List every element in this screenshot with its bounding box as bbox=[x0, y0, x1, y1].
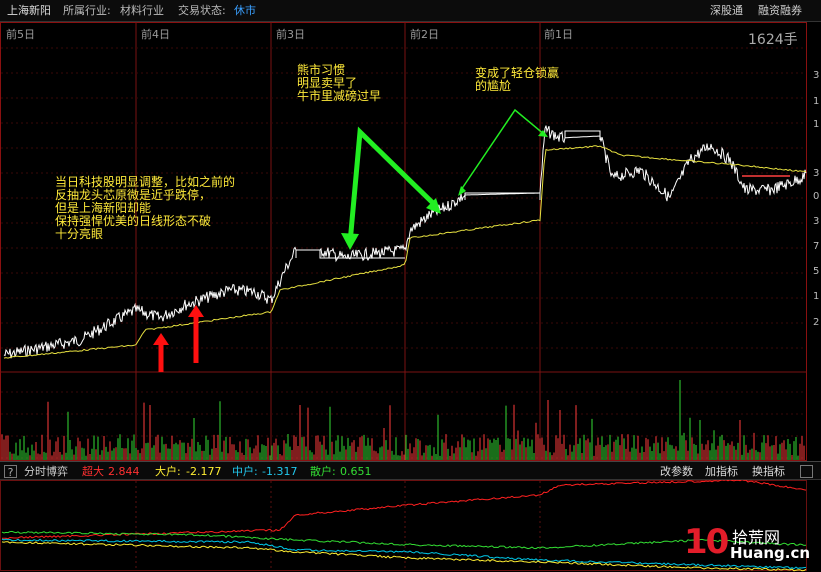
mid-label: 中户: bbox=[232, 465, 258, 478]
logo-number: 10 bbox=[684, 522, 729, 562]
annotation-line: 的尴尬 bbox=[475, 79, 512, 93]
help-icon[interactable]: ? bbox=[4, 465, 17, 479]
day-label-3: 前3日 bbox=[276, 28, 305, 41]
limit-box bbox=[564, 130, 601, 140]
big-value: -2.177 bbox=[186, 465, 222, 478]
annotation-right: 变成了轻仓锁赢 的尴尬 bbox=[475, 67, 559, 93]
annotation-arrows bbox=[153, 108, 548, 372]
annotation-middle: 熊市习惯 明显卖早了 牛市里减磅过早 bbox=[297, 64, 381, 103]
axis-tick: 1 bbox=[813, 119, 820, 130]
day-label-2: 前4日 bbox=[141, 28, 170, 41]
indicator-name[interactable]: 分时博弈 bbox=[24, 465, 68, 478]
day-label-5: 前1日 bbox=[544, 28, 573, 41]
mid-value: -1.317 bbox=[262, 465, 298, 478]
axis-tick: 3 bbox=[813, 168, 820, 179]
settings-icon[interactable] bbox=[800, 465, 813, 478]
small-label: 散户: bbox=[310, 465, 336, 478]
axis-tick: 5 bbox=[813, 266, 820, 277]
intraday-chart[interactable] bbox=[0, 0, 821, 572]
small-value: 0.651 bbox=[340, 465, 372, 478]
red-arrow-head bbox=[153, 333, 169, 345]
chart-frame bbox=[0, 22, 807, 461]
axis-tick: 7 bbox=[813, 241, 820, 252]
super-label: 超大 bbox=[82, 465, 104, 478]
logo-en-text: Huang.cn bbox=[730, 544, 811, 562]
axis-tick: 2 bbox=[813, 317, 820, 328]
axis-tick: 0 bbox=[813, 191, 820, 202]
axis-tick: 1 bbox=[813, 291, 820, 302]
axis-tick: 3 bbox=[813, 70, 820, 81]
green-arrow-line bbox=[347, 126, 439, 244]
edit-params-button[interactable]: 改参数 bbox=[660, 465, 693, 478]
annotation-boxes bbox=[295, 130, 601, 259]
add-indicator-button[interactable]: 加指标 bbox=[705, 465, 738, 478]
axis-tick: 3 bbox=[813, 216, 820, 227]
green-thin-arrow bbox=[460, 108, 546, 191]
switch-indicator-button[interactable]: 换指标 bbox=[752, 465, 785, 478]
annotation-left: 当日科技股明显调整，比如之前的 反抽龙头芯原微是近乎跌停， 但是上海新阳却能 保… bbox=[55, 176, 235, 241]
day-label-1: 前5日 bbox=[6, 28, 35, 41]
annotation-line: 十分亮眼 bbox=[55, 227, 104, 241]
indicator-bar: ? 分时博弈 超大 2.844 大户: -2.177 中户: -1.317 散户… bbox=[0, 461, 821, 480]
big-label: 大户: bbox=[155, 465, 181, 478]
volume-max-label: 1624手 bbox=[748, 32, 798, 48]
super-value: 2.844 bbox=[108, 465, 140, 478]
axis-tick: 1 bbox=[813, 96, 820, 107]
day-label-4: 前2日 bbox=[410, 28, 439, 41]
annotation-line: 牛市里减磅过早 bbox=[297, 89, 382, 103]
chart-grid bbox=[0, 22, 807, 571]
green-arrow-head bbox=[341, 233, 359, 250]
